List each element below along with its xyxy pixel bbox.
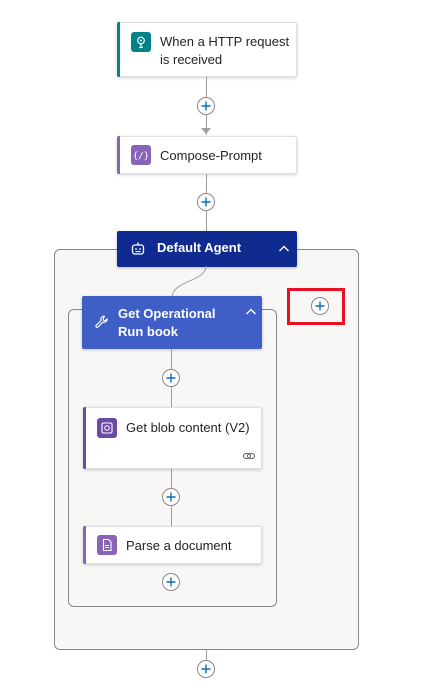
link-icon xyxy=(242,449,256,461)
trigger-label: When a HTTP request is received xyxy=(160,34,290,67)
plus-icon xyxy=(166,577,176,587)
add-action-button[interactable] xyxy=(197,193,215,211)
add-action-button[interactable] xyxy=(197,660,215,678)
arrow-head xyxy=(201,128,211,134)
svg-text:{/}: {/} xyxy=(134,152,148,162)
parse-label: Parse a document xyxy=(126,538,232,553)
plus-icon xyxy=(201,197,211,207)
compose-braces-icon: {/} xyxy=(131,145,151,165)
document-icon xyxy=(97,535,117,555)
agent-title: Default Agent xyxy=(157,240,242,255)
collapse-chevron-icon[interactable] xyxy=(277,242,291,256)
plus-icon xyxy=(201,664,211,674)
add-action-button[interactable] xyxy=(162,573,180,591)
add-agent-tool-button[interactable] xyxy=(311,297,329,315)
trigger-accent-bar xyxy=(117,22,120,77)
agent-connector-curve xyxy=(171,266,207,298)
compose-card[interactable]: {/} Compose-Prompt xyxy=(117,136,297,174)
http-request-icon xyxy=(131,32,151,52)
compose-label: Compose-Prompt xyxy=(160,148,262,163)
connector-line xyxy=(206,650,207,660)
tool-header[interactable]: Get Operational Run book xyxy=(82,296,262,349)
compose-accent-bar xyxy=(117,136,120,174)
blob-storage-icon xyxy=(97,418,117,438)
trigger-card[interactable]: When a HTTP request is received xyxy=(117,22,297,77)
plus-icon xyxy=(201,101,211,111)
tool-title: Get Operational Run book xyxy=(118,306,216,339)
plus-icon xyxy=(315,301,325,311)
parse-accent-bar xyxy=(83,526,86,564)
add-action-button[interactable] xyxy=(162,369,180,387)
wrench-icon xyxy=(94,314,110,330)
agent-header[interactable]: Default Agent xyxy=(117,231,297,267)
blob-accent-bar xyxy=(83,407,86,469)
blob-content-card[interactable]: Get blob content (V2) xyxy=(83,407,262,469)
plus-icon xyxy=(166,373,176,383)
collapse-chevron-icon[interactable] xyxy=(244,305,258,319)
add-action-button[interactable] xyxy=(197,97,215,115)
agent-robot-icon xyxy=(129,240,147,258)
plus-icon xyxy=(166,492,176,502)
parse-document-card[interactable]: Parse a document xyxy=(83,526,262,564)
add-action-button[interactable] xyxy=(162,488,180,506)
blob-label: Get blob content (V2) xyxy=(126,420,250,435)
